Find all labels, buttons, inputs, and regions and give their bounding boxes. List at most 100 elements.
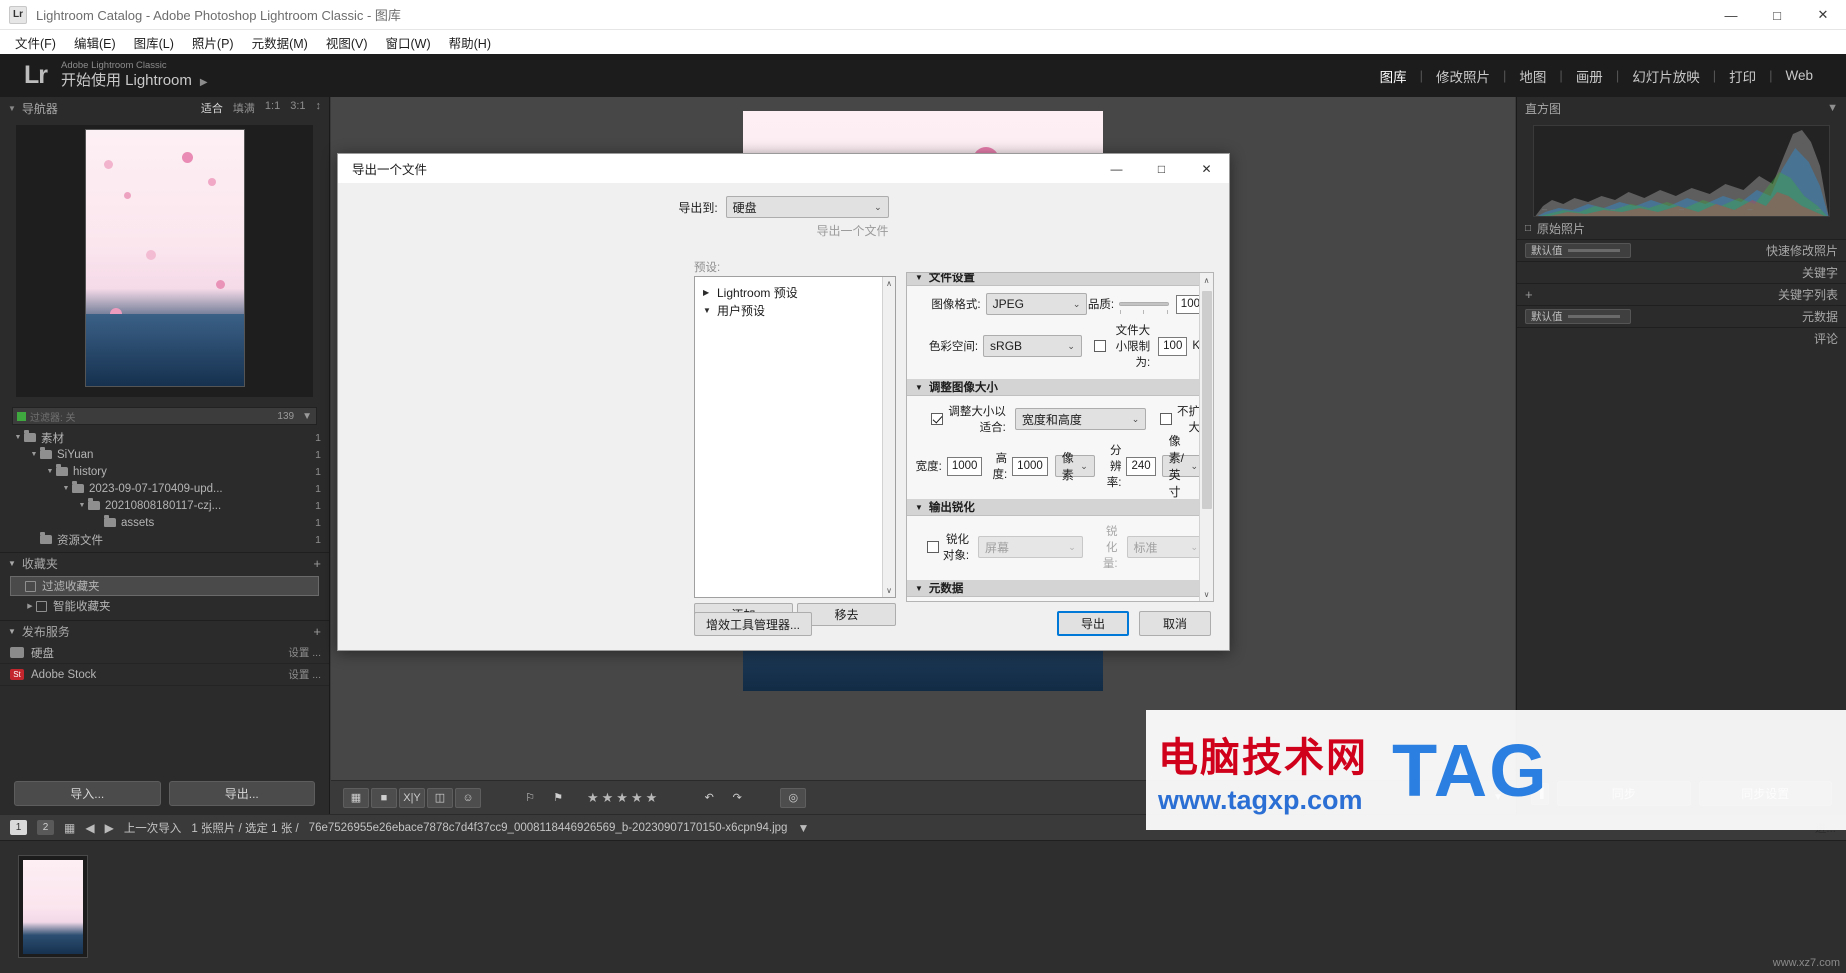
collection-item-smart[interactable]: ▶ 智能收藏夹	[0, 596, 329, 616]
add-publish-service-icon[interactable]: +	[313, 624, 321, 639]
import-button[interactable]: 导入...	[14, 781, 161, 806]
folder-row[interactable]: ▼ history 1	[0, 463, 329, 480]
navigator-preview[interactable]	[16, 125, 313, 397]
folder-row[interactable]: ▼ SiYuan 1	[0, 446, 329, 463]
image-sizing-header[interactable]: ▼ 调整图像大小	[907, 379, 1213, 396]
sync-settings-button[interactable]: 同步设置	[1699, 781, 1833, 806]
metadata-header[interactable]: 默认值 元数据	[1517, 305, 1846, 327]
rotate-right-icon[interactable]: ↷	[724, 788, 750, 808]
resize-to-fit-select[interactable]: 宽度和高度 ⌄	[1015, 408, 1146, 430]
close-button[interactable]: ✕	[1800, 0, 1846, 30]
width-input[interactable]: 1000	[947, 457, 983, 476]
maximize-button[interactable]: □	[1754, 0, 1800, 30]
rotate-left-icon[interactable]: ↶	[696, 788, 722, 808]
spray-can-icon[interactable]: ◎	[780, 788, 806, 808]
menu-help[interactable]: 帮助(H)	[440, 30, 500, 55]
publish-service-adobe-stock[interactable]: St Adobe Stock 设置 ...	[0, 664, 329, 686]
publish-service-setup-link[interactable]: 设置 ...	[288, 667, 321, 682]
folder-disclosure-icon[interactable]: ▼	[76, 502, 88, 509]
star-rating[interactable]: ★★★★★	[587, 790, 660, 806]
survey-view-icon[interactable]: ◫	[427, 788, 453, 808]
flag-reject-icon[interactable]: ⚑	[545, 788, 571, 808]
folder-disclosure-icon[interactable]: ▼	[60, 485, 72, 492]
publish-service-disk[interactable]: 硬盘 设置 ...	[0, 642, 329, 664]
module-web[interactable]: Web	[1772, 68, 1826, 83]
quick-develop-slider[interactable]	[1568, 249, 1620, 252]
publish-service-setup-link[interactable]: 设置 ...	[288, 645, 321, 660]
settings-scroll-up-icon[interactable]: ∧	[1200, 273, 1213, 287]
comments-header[interactable]: 评论	[1517, 327, 1846, 349]
collection-item-filter[interactable]: 过滤收藏夹	[10, 576, 319, 596]
menu-metadata[interactable]: 元数据(M)	[243, 30, 317, 55]
filename-chevron-icon[interactable]: ▼	[797, 821, 809, 835]
menu-file[interactable]: 文件(F)	[6, 30, 65, 55]
forward-arrow-icon[interactable]: ▶	[105, 821, 114, 835]
preset-group-user[interactable]: ▼ 用户预设	[695, 301, 895, 319]
keywording-header[interactable]: 关键字	[1517, 261, 1846, 283]
flag-icon[interactable]: ⚐	[517, 788, 543, 808]
metadata-slider[interactable]	[1568, 315, 1620, 318]
settings-scroll-down-icon[interactable]: ∨	[1200, 587, 1213, 601]
sharpen-for-select[interactable]: 屏幕 ⌄	[978, 536, 1083, 558]
screen-1-button[interactable]: 1	[10, 820, 27, 835]
export-dialog-maximize-button[interactable]: □	[1139, 154, 1184, 184]
publish-services-header[interactable]: ▼ 发布服务 +	[0, 620, 329, 642]
resize-to-fit-checkbox[interactable]	[931, 413, 943, 425]
people-view-icon[interactable]: ☺	[455, 788, 481, 808]
dont-enlarge-checkbox[interactable]	[1160, 413, 1172, 425]
zoom-fill[interactable]: 填满	[233, 100, 255, 116]
export-button[interactable]: 导出...	[169, 781, 316, 806]
source-label[interactable]: 上一次导入	[124, 820, 182, 836]
histogram-disclosure-icon[interactable]: ▼	[1827, 102, 1838, 114]
filmstrip-thumbnail[interactable]	[18, 855, 88, 958]
module-print[interactable]: 打印	[1716, 66, 1769, 86]
metadata-section-header[interactable]: ▼ 元数据	[907, 580, 1213, 597]
grid-icon[interactable]: ▦	[64, 821, 75, 835]
compare-view-icon[interactable]: X|Y	[399, 788, 425, 808]
smart-collection-disclosure-icon[interactable]: ▶	[24, 602, 36, 610]
loupe-view-icon[interactable]: ■	[371, 788, 397, 808]
original-photo-row[interactable]: □ 原始照片	[1517, 217, 1846, 239]
presets-scroll-down-icon[interactable]: ∨	[883, 584, 895, 597]
menu-edit[interactable]: 编辑(E)	[65, 30, 125, 55]
export-dialog-close-button[interactable]: ✕	[1184, 154, 1229, 184]
add-collection-icon[interactable]: +	[313, 556, 321, 571]
resolution-input[interactable]: 240	[1126, 457, 1155, 476]
height-input[interactable]: 1000	[1012, 457, 1048, 476]
export-confirm-button[interactable]: 导出	[1057, 611, 1129, 636]
settings-scrollbar[interactable]: ∧ ∨	[1199, 273, 1213, 601]
minimize-button[interactable]: —	[1708, 0, 1754, 30]
sharpen-for-checkbox[interactable]	[927, 541, 939, 553]
presets-scrollbar[interactable]: ∧ ∨	[882, 277, 895, 597]
zoom-1-1[interactable]: 1:1	[265, 100, 280, 116]
color-space-select[interactable]: sRGB ⌄	[983, 335, 1082, 357]
screen-2-button[interactable]: 2	[37, 820, 54, 835]
quick-develop-header[interactable]: 默认值 快速修改照片	[1517, 239, 1846, 261]
sync-icon[interactable]: ▐	[1531, 783, 1549, 805]
module-slideshow[interactable]: 幻灯片放映	[1619, 66, 1713, 86]
identity-plate[interactable]: Adobe Lightroom Classic 开始使用 Lightroom▶	[61, 60, 208, 91]
histogram-header[interactable]: 直方图 ▼	[1517, 97, 1846, 119]
limit-file-size-checkbox[interactable]	[1094, 340, 1106, 352]
folder-disclosure-icon[interactable]: ▼	[28, 451, 40, 458]
folder-row[interactable]: ▼ 20210808180117-czj... 1	[0, 497, 329, 514]
folder-row[interactable]: 资源文件 1	[0, 531, 329, 548]
export-to-select[interactable]: 硬盘 ⌄	[726, 196, 889, 218]
zoom-3-1[interactable]: 3:1	[290, 100, 305, 116]
menu-library[interactable]: 图库(L)	[125, 30, 183, 55]
folder-filter-bar[interactable]: 过滤器: 关 139 ▼	[12, 407, 317, 425]
zoom-stepper[interactable]: ↕	[316, 100, 322, 116]
module-library[interactable]: 图库	[1367, 66, 1420, 86]
folder-disclosure-icon[interactable]: ▼	[12, 434, 24, 441]
folder-row[interactable]: ▼ 素材 1	[0, 429, 329, 446]
quality-slider[interactable]	[1119, 302, 1169, 306]
file-settings-header[interactable]: ▼ 文件设置	[907, 272, 1213, 286]
module-develop[interactable]: 修改照片	[1423, 66, 1503, 86]
menu-view[interactable]: 视图(V)	[317, 30, 377, 55]
folder-disclosure-icon[interactable]: ▼	[44, 468, 56, 475]
navigator-header[interactable]: ▼ 导航器 适合 填满 1:1 3:1 ↕	[0, 97, 329, 119]
module-book[interactable]: 画册	[1563, 66, 1616, 86]
menu-window[interactable]: 窗口(W)	[377, 30, 440, 55]
presets-list[interactable]: ▶ Lightroom 预设 ▼ 用户预设 ∧ ∨	[694, 276, 896, 598]
cancel-button[interactable]: 取消	[1139, 611, 1211, 636]
